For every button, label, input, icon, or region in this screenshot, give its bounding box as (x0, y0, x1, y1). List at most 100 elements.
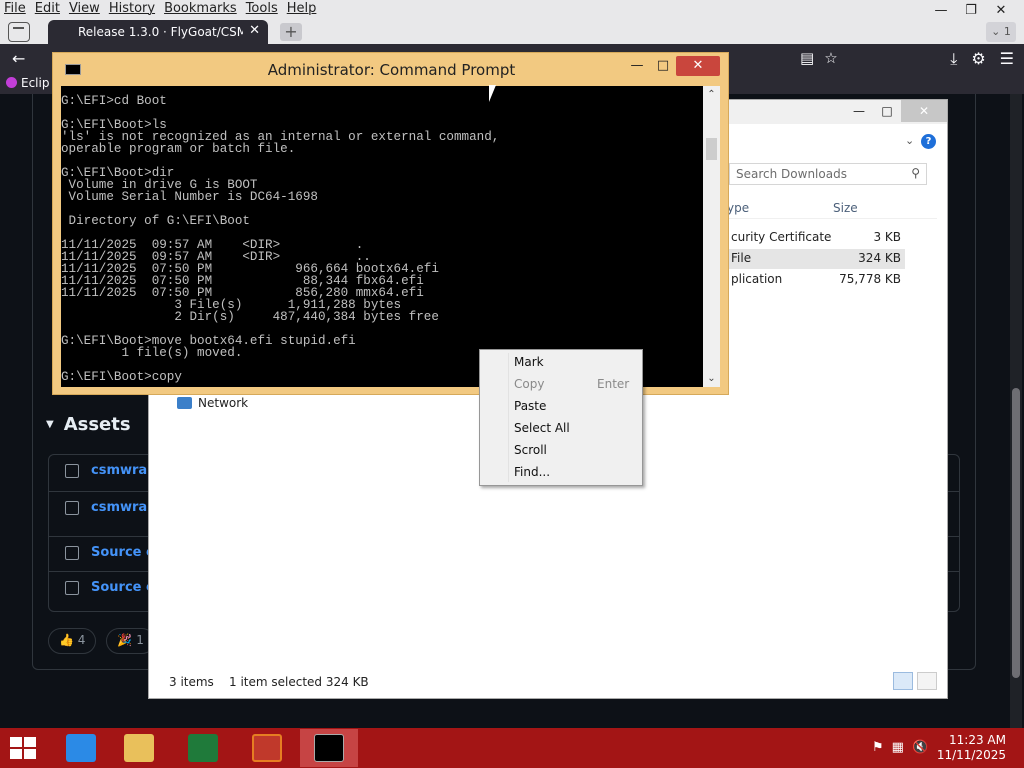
reader-view-icon[interactable]: ▤ (800, 49, 814, 67)
tab-close-icon[interactable]: ✕ (249, 23, 260, 38)
search-icon[interactable]: ⚲ (911, 166, 920, 180)
file-zip-icon (65, 581, 79, 595)
file-size: 75,778 KB (839, 272, 901, 286)
url-bar-icons: ▤ ☆ (800, 49, 838, 67)
scrollbar-thumb[interactable] (706, 138, 717, 160)
mouse-cursor-icon (489, 85, 503, 102)
taskbar-filezilla[interactable] (238, 729, 296, 767)
console-output[interactable]: G:\EFI>cd Boot G:\EFI\Boot>ls 'ls' is no… (61, 86, 711, 387)
package-icon (65, 501, 79, 515)
filezilla-icon (252, 734, 282, 762)
action-center-flag-icon[interactable]: ⚑ (872, 740, 884, 755)
menu-item-paste[interactable]: Paste (514, 399, 546, 413)
close-icon[interactable]: ✕ (901, 100, 947, 122)
scroll-down-icon[interactable]: ⌄ (703, 370, 720, 387)
close-icon[interactable]: ✕ (986, 0, 1016, 20)
menu-view[interactable]: View (69, 1, 100, 16)
search-placeholder: Search Downloads (736, 167, 847, 181)
menu-item-scroll[interactable]: Scroll (514, 443, 547, 457)
menu-history[interactable]: History (109, 1, 155, 16)
taskbar-internet-explorer[interactable] (52, 729, 110, 767)
maximize-icon[interactable]: □ (650, 56, 676, 76)
back-arrow-icon[interactable]: ← (12, 49, 25, 68)
command-prompt-icon (314, 734, 344, 762)
browser-menu-bar: File Edit View History Bookmarks Tools H… (0, 0, 1024, 20)
scrollbar-thumb[interactable] (1012, 388, 1020, 678)
menu-item-copy[interactable]: Copy (514, 377, 544, 391)
network-icon[interactable]: ▦ (892, 740, 904, 755)
status-item-count: 3 items (169, 675, 214, 689)
menu-tools[interactable]: Tools (246, 1, 278, 16)
menu-item-mark[interactable]: Mark (514, 355, 544, 369)
package-icon (65, 464, 79, 478)
excel-icon (188, 734, 218, 762)
tab-title: Release 1.3.0 · FlyGoat/CSMWra (78, 25, 243, 39)
minimize-icon[interactable]: — (926, 0, 956, 20)
menu-bookmarks[interactable]: Bookmarks (164, 1, 237, 16)
file-row[interactable]: curity Certificate 3 KB (727, 228, 905, 248)
bookmark-star-icon[interactable]: ☆ (824, 49, 837, 67)
console-text: G:\EFI>cd Boot G:\EFI\Boot>ls 'ls' is no… (61, 94, 500, 384)
taskbar-file-explorer[interactable] (110, 729, 168, 767)
bookmark-label: Eclip (21, 76, 50, 90)
start-button[interactable] (10, 737, 38, 759)
file-row-selected[interactable]: File 324 KB (727, 249, 905, 269)
app-menu-icon[interactable]: ☰ (1000, 49, 1014, 69)
details-view-icon[interactable] (893, 672, 913, 690)
restore-icon[interactable]: ❐ (956, 0, 986, 20)
taskbar-command-prompt[interactable] (300, 729, 358, 767)
menu-item-select-all[interactable]: Select All (514, 421, 570, 435)
assets-heading[interactable]: ▼ Assets (46, 414, 131, 435)
new-tab-icon[interactable]: + (280, 23, 302, 41)
menu-help[interactable]: Help (287, 1, 317, 16)
minimize-icon[interactable]: — (624, 56, 650, 76)
menu-edit[interactable]: Edit (35, 1, 60, 16)
minimize-icon[interactable]: — (845, 100, 873, 122)
tab-release[interactable]: Release 1.3.0 · FlyGoat/CSMWra ✕ (48, 20, 268, 44)
asset-name[interactable]: csmwrap (91, 500, 157, 515)
menu-file[interactable]: File (4, 1, 26, 16)
clock[interactable]: 11:23 AM 11/11/2025 (937, 733, 1006, 763)
windows-logo-icon (10, 737, 22, 747)
downloads-icon[interactable]: ⤓ (950, 49, 957, 69)
nav-network[interactable]: Network (177, 396, 248, 410)
reactions: 👍 4 🎉 1 (48, 628, 155, 654)
chevron-down-icon[interactable]: ⌄ (905, 134, 914, 147)
maximize-icon[interactable]: □ (873, 100, 901, 122)
file-type: File (731, 251, 752, 265)
help-icon[interactable]: ? (921, 134, 936, 149)
cmd-window-controls: — □ ✕ (624, 56, 720, 76)
tab-list-icon[interactable] (8, 22, 30, 42)
column-type[interactable]: ype (727, 201, 749, 215)
reaction-count: 1 (136, 633, 144, 647)
console-scrollbar[interactable]: ⌃ ⌄ (703, 86, 720, 387)
column-headers: ype Size (727, 199, 937, 219)
reaction-emoji: 🎉 (117, 633, 133, 647)
tray-icons: ⚑ ▦ 🔇 (872, 740, 928, 755)
reaction-count: 4 (77, 633, 86, 647)
windows-logo-icon (24, 749, 36, 759)
reaction-thumbs-up[interactable]: 👍 4 (48, 628, 97, 654)
tab-strip: Release 1.3.0 · FlyGoat/CSMWra ✕ + ⌄ 1 (0, 20, 1024, 44)
file-row[interactable]: plication 75,778 KB (727, 270, 905, 290)
tab-overflow-button[interactable]: ⌄ 1 (986, 22, 1016, 42)
taskbar-excel[interactable] (174, 729, 232, 767)
large-icons-view-icon[interactable] (917, 672, 937, 690)
asset-name[interactable]: csmwrap (91, 463, 157, 478)
scroll-up-icon[interactable]: ⌃ (703, 86, 720, 103)
column-size[interactable]: Size (833, 201, 858, 215)
menu-item-copy-accel: Enter (597, 377, 630, 391)
network-icon (177, 397, 192, 409)
page-scrollbar[interactable] (1010, 94, 1022, 728)
explorer-status-bar: 3 items 1 item selected 324 KB (149, 670, 947, 698)
search-downloads-input[interactable]: Search Downloads ⚲ (729, 163, 927, 185)
menu-item-find[interactable]: Find... (514, 465, 550, 479)
extensions-icon[interactable]: ⚙ (971, 49, 985, 69)
file-explorer-icon (124, 734, 154, 762)
close-icon[interactable]: ✕ (676, 56, 720, 76)
bookmark-item[interactable]: Eclip (6, 76, 49, 90)
explorer-window-controls: — □ ✕ (845, 100, 947, 122)
toolbar-icons: ⤓ ⚙ ☰ (950, 49, 1014, 69)
browser-window-controls: — ❐ ✕ (926, 0, 1016, 20)
volume-muted-icon[interactable]: 🔇 (912, 740, 928, 755)
